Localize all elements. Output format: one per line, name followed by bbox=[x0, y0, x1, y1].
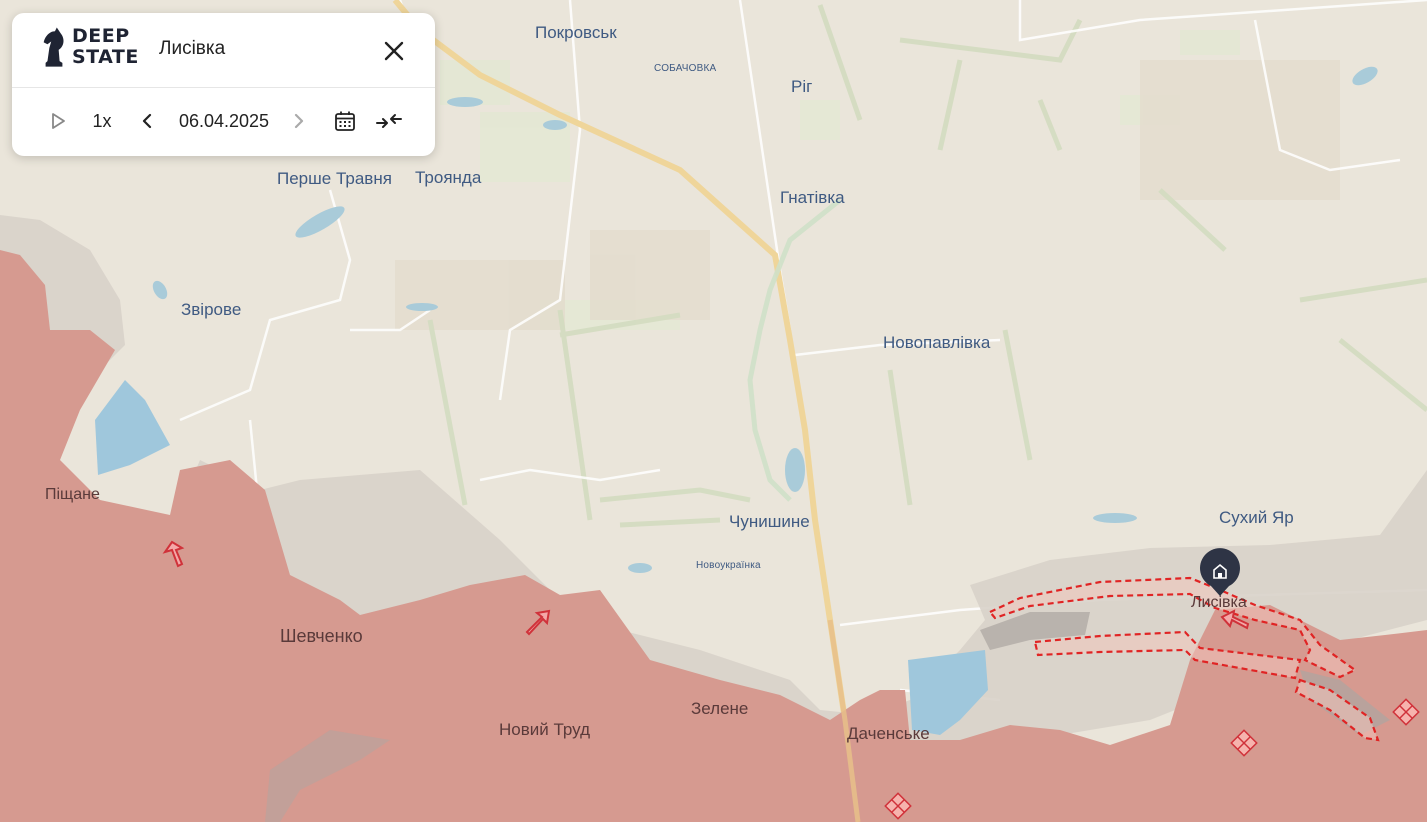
place-label-zelene: Зелене bbox=[691, 699, 749, 718]
timeline-panel: DEEP STATE Лисівка 1x 06.04.2025 bbox=[12, 13, 435, 156]
brand-logo-text[interactable]: DEEP STATE bbox=[72, 26, 139, 68]
place-label-sobachovka: СОБАЧОВКА bbox=[654, 63, 717, 74]
close-icon[interactable] bbox=[380, 37, 408, 65]
place-label-pokrovsk: Покровськ bbox=[535, 23, 617, 42]
chevron-right-icon bbox=[294, 113, 304, 129]
place-label-hnativka: Гнатівка bbox=[780, 188, 845, 207]
panel-title: Лисівка bbox=[159, 38, 226, 59]
place-label-troianda: Троянда bbox=[415, 168, 482, 187]
place-label-novyi-trud: Новий Труд bbox=[499, 720, 591, 739]
place-label-shevchenko: Шевченко bbox=[280, 626, 363, 646]
calendar-button[interactable] bbox=[332, 107, 358, 135]
current-date[interactable]: 06.04.2025 bbox=[173, 107, 275, 135]
play-icon bbox=[52, 113, 65, 129]
prev-date-button[interactable] bbox=[136, 107, 158, 135]
speed-button[interactable]: 1x bbox=[90, 107, 114, 135]
panel-header: DEEP STATE Лисівка bbox=[12, 13, 435, 88]
place-label-sukhyi-yar: Сухий Яр bbox=[1219, 508, 1294, 527]
knight-chess-icon[interactable] bbox=[40, 25, 68, 71]
place-label-novoukrainka: Новоукраїнка bbox=[696, 560, 761, 571]
calendar-icon bbox=[335, 111, 355, 131]
place-label-dachenske: Даченське bbox=[847, 724, 930, 743]
place-label-rig: Ріг bbox=[791, 77, 813, 96]
brand-line2: STATE bbox=[72, 46, 139, 68]
collapse-arrows-icon bbox=[376, 114, 402, 128]
place-label-pishchane: Піщане bbox=[45, 486, 100, 503]
place-label-chunyshyne: Чунишине bbox=[729, 512, 810, 531]
brand-line1: DEEP bbox=[72, 25, 130, 47]
place-label-lysivka: Лисівка bbox=[1191, 594, 1247, 611]
place-label-pershe-travnia: Перше Травня bbox=[277, 169, 392, 188]
chevron-left-icon bbox=[142, 113, 152, 129]
place-label-novopavlivka: Новопавлівка bbox=[883, 333, 991, 352]
place-label-zvirove: Звірове bbox=[181, 300, 242, 319]
next-date-button[interactable] bbox=[288, 107, 310, 135]
collapse-button[interactable] bbox=[374, 107, 404, 135]
play-button[interactable] bbox=[46, 107, 70, 135]
